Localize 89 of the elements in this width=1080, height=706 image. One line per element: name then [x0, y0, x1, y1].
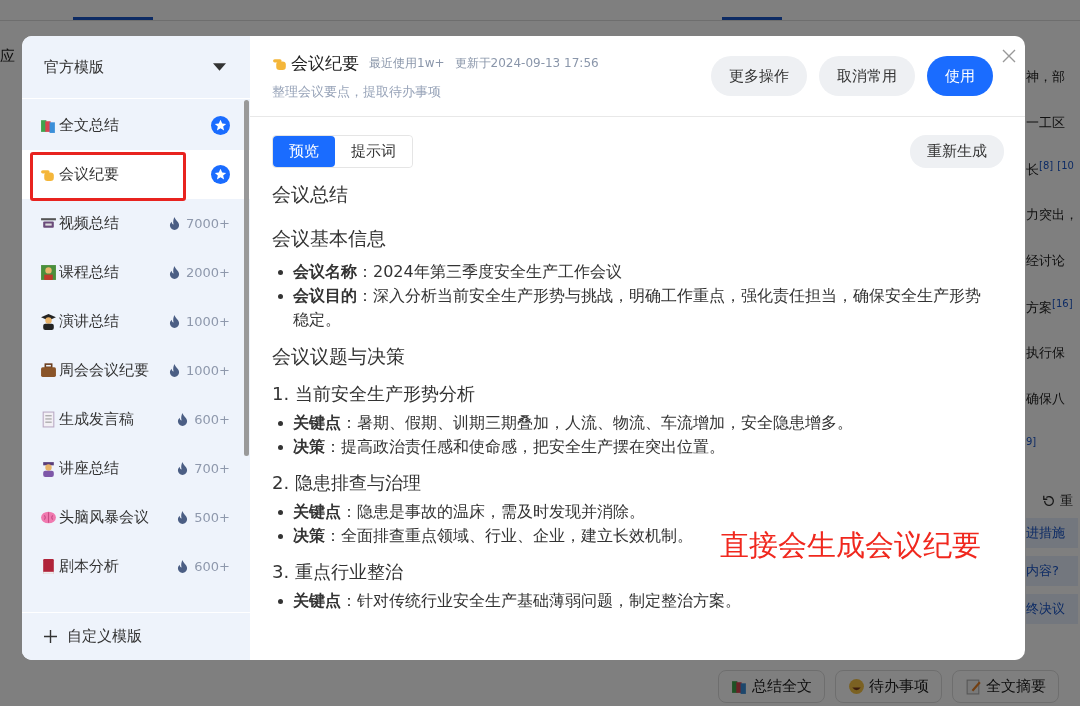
add-template-button[interactable]: 自定义模版	[22, 612, 250, 660]
teacher-icon	[40, 264, 57, 281]
usage-count: 1000+	[186, 314, 230, 329]
answer-text: 神，部	[1026, 68, 1066, 86]
section-heading: 会议基本信息	[272, 226, 387, 251]
template-item[interactable]: 全文总结	[22, 101, 250, 150]
template-name: 讲座总结	[59, 459, 120, 478]
close-icon[interactable]	[1002, 49, 1016, 63]
flame-icon	[169, 364, 180, 377]
template-name: 周会会议纪要	[59, 361, 150, 380]
action-button[interactable]: 更多操作	[711, 56, 807, 96]
template-name: 演讲总结	[59, 312, 120, 331]
template-item[interactable]: 课程总结 2000+	[22, 248, 250, 297]
summary-title: 会议总结	[272, 182, 349, 207]
usage-text: 最近使用1w+	[369, 54, 445, 72]
template-item[interactable]: 头脑风暴会议 500+	[22, 493, 250, 542]
template-dropdown[interactable]: 官方模版	[22, 36, 250, 99]
flame-icon	[177, 511, 189, 524]
quick-action-button[interactable]: 全文摘要	[952, 670, 1059, 703]
regenerate-button[interactable]: 重新生成	[910, 135, 1004, 168]
document-icon	[40, 411, 57, 428]
flame-icon	[169, 217, 180, 230]
answer-text: 执行保	[1026, 344, 1066, 362]
section-heading: 会议议题与决策	[272, 344, 406, 369]
books-icon	[40, 117, 57, 134]
answer-text: 确保八	[1026, 390, 1066, 408]
bullet-text: 决策：全面排查重点领域、行业、企业，建立长效机制。	[293, 525, 693, 547]
books-icon	[731, 678, 748, 695]
flame-icon	[169, 266, 180, 279]
action-button[interactable]: 取消常用	[819, 56, 915, 96]
template-name: 会议纪要	[59, 165, 120, 184]
answer-text: 一工区	[1026, 114, 1066, 132]
updated-time: 更新于2024-09-13 17:56	[454, 54, 599, 72]
usage-count: 7000+	[186, 216, 230, 231]
usage-count: 1000+	[186, 363, 230, 378]
annotation-text: 直接会生成会议纪要	[720, 527, 981, 564]
quick-action-button[interactable]: 待办事项	[835, 670, 942, 703]
template-item[interactable]: 剧本分析 600+	[22, 542, 250, 591]
bullet-text: 会议目的：深入分析当前安全生产形势与挑战，明确工作重点，强化责任担当，确保安全生产形势稳定。	[293, 285, 982, 331]
template-item[interactable]: 生成发言稿 600+	[22, 395, 250, 444]
refresh-icon	[1042, 494, 1056, 508]
template-name: 剧本分析	[59, 557, 120, 576]
answer-text: 9]	[1026, 436, 1038, 449]
template-item[interactable]: 视频总结 7000+	[22, 199, 250, 248]
usage-count: 600+	[194, 559, 230, 574]
flame-icon	[169, 315, 180, 328]
template-name: 头脑风暴会议	[59, 508, 150, 527]
template-item[interactable]: 讲座总结 700+	[22, 444, 250, 493]
usage-count: 700+	[194, 461, 230, 476]
usage-count: 500+	[194, 510, 230, 525]
template-name: 生成发言稿	[59, 410, 135, 429]
template-name: 全文总结	[59, 116, 120, 135]
memo-icon	[965, 678, 982, 695]
topic-heading: 1. 当前安全生产形势分析	[272, 382, 476, 406]
section-label: 应	[0, 47, 15, 66]
template-description: 整理会议要点，提取待办事项	[272, 82, 442, 101]
smiley-icon	[848, 678, 865, 695]
answer-text: 力突出，	[1026, 206, 1078, 224]
bullet-text: 关键点：针对传统行业安全生产基础薄弱问题，制定整治方案。	[293, 590, 741, 612]
usage-count: 2000+	[186, 265, 230, 280]
flame-icon	[177, 413, 189, 426]
answer-text: 方案$^{[16]}$	[1026, 298, 1074, 318]
usage-count: 600+	[194, 412, 230, 427]
answer-text: 经讨论	[1026, 252, 1066, 270]
person-icon	[40, 460, 57, 477]
template-title: 会议纪要	[291, 51, 359, 75]
template-name: 视频总结	[59, 214, 120, 233]
bullet-text: 会议名称：2024年第三季度安全生产工作会议	[293, 261, 622, 283]
action-button[interactable]: 使用	[927, 56, 993, 96]
flame-icon	[177, 462, 189, 475]
brain-icon	[40, 509, 57, 526]
bullet-text: 关键点：隐患是事故的温床，需及时发现并消除。	[293, 501, 645, 523]
regenerate-link[interactable]: 重	[1042, 492, 1078, 510]
plus-icon	[44, 630, 57, 643]
briefcase-icon	[40, 362, 57, 379]
flame-icon	[177, 560, 189, 573]
topic-heading: 3. 重点行业整治	[272, 560, 404, 584]
bullet-text: 关键点：暑期、假期、训期三期叠加，人流、物流、车流增加，安全隐患增多。	[293, 412, 853, 434]
template-item[interactable]: 演讲总结 1000+	[22, 297, 250, 346]
topic-heading: 2. 隐患排查与治理	[272, 471, 422, 495]
graduate-icon	[40, 313, 57, 330]
template-name: 课程总结	[59, 263, 120, 282]
caret-icon	[213, 63, 226, 71]
view-tab[interactable]: 预览	[273, 136, 335, 167]
book-icon	[40, 558, 57, 575]
bullet-text: 决策：提高政治责任感和使命感，把安全生产摆在突出位置。	[293, 436, 725, 458]
quick-action-button[interactable]: 总结全文	[718, 670, 825, 703]
template-item[interactable]: 周会会议纪要 1000+	[22, 346, 250, 395]
template-item[interactable]: 会议纪要	[22, 150, 250, 199]
